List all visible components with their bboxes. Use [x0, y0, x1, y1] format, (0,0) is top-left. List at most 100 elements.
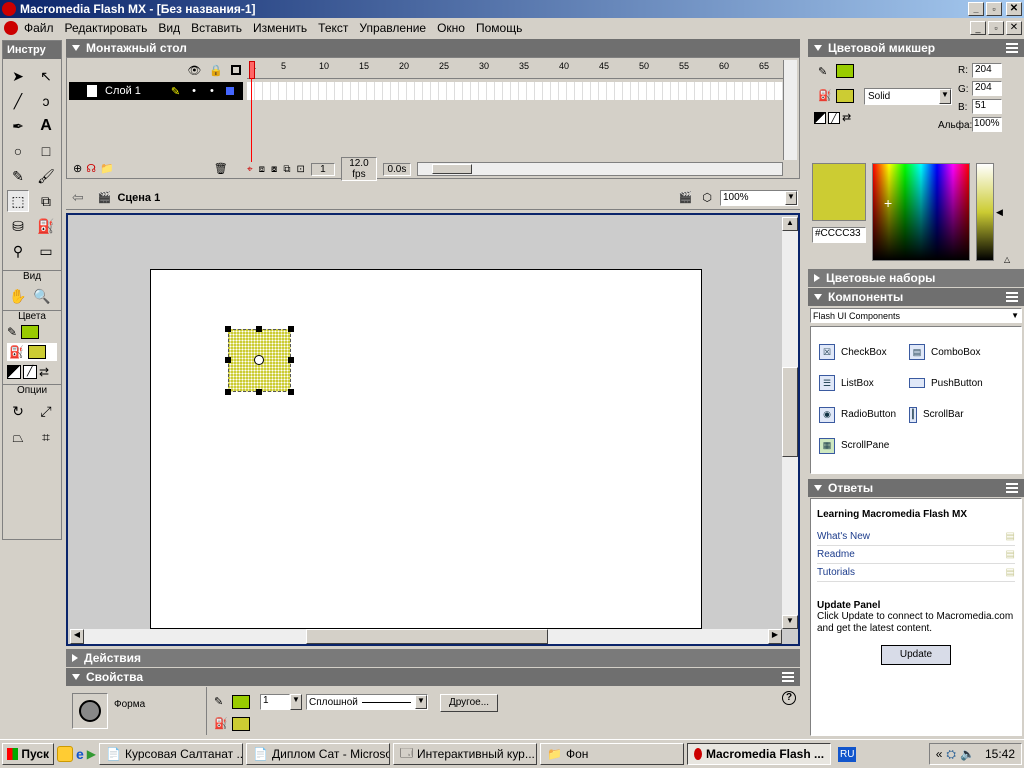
component-scrollpane[interactable]: ▦ ScrollPane — [819, 435, 909, 457]
blue-field[interactable]: 51 — [972, 99, 1002, 114]
stroke-style-select[interactable]: Сплошной ▼ — [306, 694, 428, 710]
component-listbox[interactable]: ☰ ListBox — [819, 372, 909, 394]
brush-tool-icon[interactable]: 🖌 — [35, 165, 57, 187]
menu-view[interactable]: Вид — [158, 21, 180, 35]
ink-bottle-tool-icon[interactable]: ⛁ — [7, 215, 29, 237]
no-color-icon[interactable]: ╱ — [23, 365, 37, 379]
component-checkbox[interactable]: ☒ CheckBox — [819, 341, 909, 363]
mixer-no-color-icon[interactable]: ╱ — [828, 111, 840, 124]
menu-control[interactable]: Управление — [359, 21, 426, 35]
menu-text[interactable]: Текст — [318, 21, 348, 35]
component-pushbutton[interactable]: PushButton — [909, 372, 1009, 394]
volume-icon[interactable]: 🔈 — [960, 747, 975, 761]
add-guide-icon[interactable]: ☊ — [86, 162, 96, 175]
subselect-tool-icon[interactable]: ↖ — [35, 65, 57, 87]
add-layer-icon[interactable]: ⊕ — [73, 162, 82, 175]
lasso-tool-icon[interactable]: ↄ — [35, 90, 57, 112]
doc-restore-button[interactable]: ▫ — [988, 21, 1004, 35]
update-button[interactable]: Update — [881, 645, 951, 665]
actions-panel-title[interactable]: Действия — [66, 649, 800, 667]
mixer-swap-icon[interactable]: ⇄ — [842, 111, 851, 124]
timeline-vscroll[interactable] — [783, 60, 797, 160]
edit-multiple-icon[interactable]: ⧉ — [283, 164, 290, 175]
swap-colors-icon[interactable]: ⇄ — [39, 365, 49, 379]
stage-canvas[interactable] — [150, 269, 702, 629]
frames-row[interactable] — [247, 82, 783, 100]
close-button[interactable]: ✕ — [1006, 2, 1022, 16]
properties-panel-title[interactable]: Свойства — [66, 668, 800, 686]
onion-outline-icon[interactable]: ⧇ — [271, 164, 277, 175]
doc-close-button[interactable]: ✕ — [1006, 21, 1022, 35]
eraser-tool-icon[interactable]: ▭ — [35, 240, 57, 262]
brightness-arrow-icon[interactable]: ◀ — [996, 207, 1003, 218]
stage-hscroll[interactable]: ◀ ▶ — [70, 629, 782, 644]
fill-transform-tool-icon[interactable]: ⧉ — [35, 190, 57, 212]
component-scrollbar[interactable]: ┃ ScrollBar — [909, 404, 1009, 426]
brightness-slider[interactable] — [976, 163, 994, 261]
layer-row[interactable]: Слой 1 ✎ • • — [69, 82, 243, 100]
component-radiobutton[interactable]: ◉ RadioButton — [819, 404, 909, 426]
stage-vscroll[interactable]: ▲ ▼ — [782, 217, 798, 629]
color-spectrum[interactable] — [872, 163, 970, 261]
menu-modify[interactable]: Изменить — [253, 21, 307, 35]
edit-symbol-icon[interactable]: ⬡ — [702, 191, 712, 204]
delete-layer-icon[interactable]: 🗑 — [214, 162, 228, 175]
pen-tool-icon[interactable]: ✒ — [7, 115, 29, 137]
envelope-option-icon[interactable]: ⌗ — [35, 426, 57, 448]
stroke-color-swatch-props[interactable] — [232, 695, 250, 709]
menu-edit[interactable]: Редактировать — [65, 21, 148, 35]
start-button[interactable]: Пуск — [2, 743, 54, 765]
back-arrow-icon[interactable]: ⇦ — [72, 189, 84, 206]
oval-tool-icon[interactable]: ○ — [7, 140, 29, 162]
outline-icon[interactable] — [231, 65, 241, 75]
other-button[interactable]: Другое... — [440, 694, 498, 712]
zoom-select[interactable]: 100% ▼ — [720, 189, 798, 206]
free-transform-tool-icon[interactable]: ⬚ — [7, 190, 29, 212]
distort-option-icon[interactable]: ⏢ — [7, 426, 29, 448]
hand-tool-icon[interactable]: ✋ — [7, 285, 29, 307]
onion-skin-icon[interactable]: ⧈ — [259, 164, 265, 175]
scene-name[interactable]: Сцена 1 — [117, 192, 160, 204]
stroke-width-field[interactable]: 1 — [260, 694, 290, 710]
pencil-tool-icon[interactable]: ✎ — [7, 165, 29, 187]
task-folder[interactable]: 📁 Фон — [540, 743, 685, 765]
task-interactive[interactable]: 🗔 Интерактивный кур... — [393, 743, 538, 765]
rectangle-tool-icon[interactable]: □ — [35, 140, 57, 162]
mixer-fill-swatch[interactable] — [836, 89, 854, 103]
stroke-color-swatch[interactable] — [21, 325, 40, 339]
mixer-stroke-swatch[interactable] — [836, 64, 854, 78]
zoom-tool-icon[interactable]: 🔍 — [31, 285, 53, 307]
fill-color-swatch[interactable] — [27, 345, 46, 359]
swatches-title-bar[interactable]: Цветовые наборы — [808, 269, 1024, 287]
menu-window[interactable]: Окно — [437, 21, 465, 35]
eye-icon[interactable]: 👁 — [187, 64, 201, 77]
onion-markers-icon[interactable]: ⊡ — [297, 164, 305, 175]
tray-app-icon[interactable]: ⛭ — [946, 747, 956, 762]
panel-menu-icon[interactable] — [782, 672, 794, 682]
fill-type-select[interactable]: Solid ▼ — [864, 88, 952, 105]
tray-expand-icon[interactable]: « — [936, 747, 943, 761]
task-diploma[interactable]: 📄 Диплом Сат - Microso... — [246, 743, 391, 765]
component-combobox[interactable]: ▤ ComboBox — [909, 341, 1009, 363]
mixer-title-bar[interactable]: Цветовой микшер — [808, 39, 1024, 57]
add-folder-icon[interactable]: 📁 — [100, 162, 114, 175]
maximize-button[interactable]: ▫ — [986, 2, 1002, 16]
fill-color-swatch-props[interactable] — [232, 717, 250, 731]
timeline-title-bar[interactable]: Монтажный стол — [66, 39, 800, 57]
help-icon[interactable]: ? — [782, 691, 796, 705]
playhead[interactable] — [249, 61, 255, 79]
link-whats-new[interactable]: What's New — [817, 531, 870, 542]
default-colors-icon[interactable] — [7, 365, 21, 379]
menu-file[interactable]: Файл — [24, 21, 54, 35]
text-tool-icon[interactable]: A — [35, 115, 57, 137]
media-icon[interactable]: ▶ — [87, 747, 96, 761]
mixer-default-colors-icon[interactable] — [814, 111, 826, 124]
alpha-field[interactable]: 100% — [972, 117, 1002, 132]
link-readme[interactable]: Readme — [817, 549, 855, 560]
paint-bucket-tool-icon[interactable]: ⛽ — [35, 215, 57, 237]
menu-help[interactable]: Помощь — [476, 21, 522, 35]
center-frame-icon[interactable]: ⌖ — [247, 164, 253, 175]
lock-icon[interactable]: 🔒 — [209, 64, 223, 77]
scale-option-icon[interactable]: ⤢ — [35, 400, 57, 422]
ie-icon[interactable]: e — [76, 746, 84, 762]
